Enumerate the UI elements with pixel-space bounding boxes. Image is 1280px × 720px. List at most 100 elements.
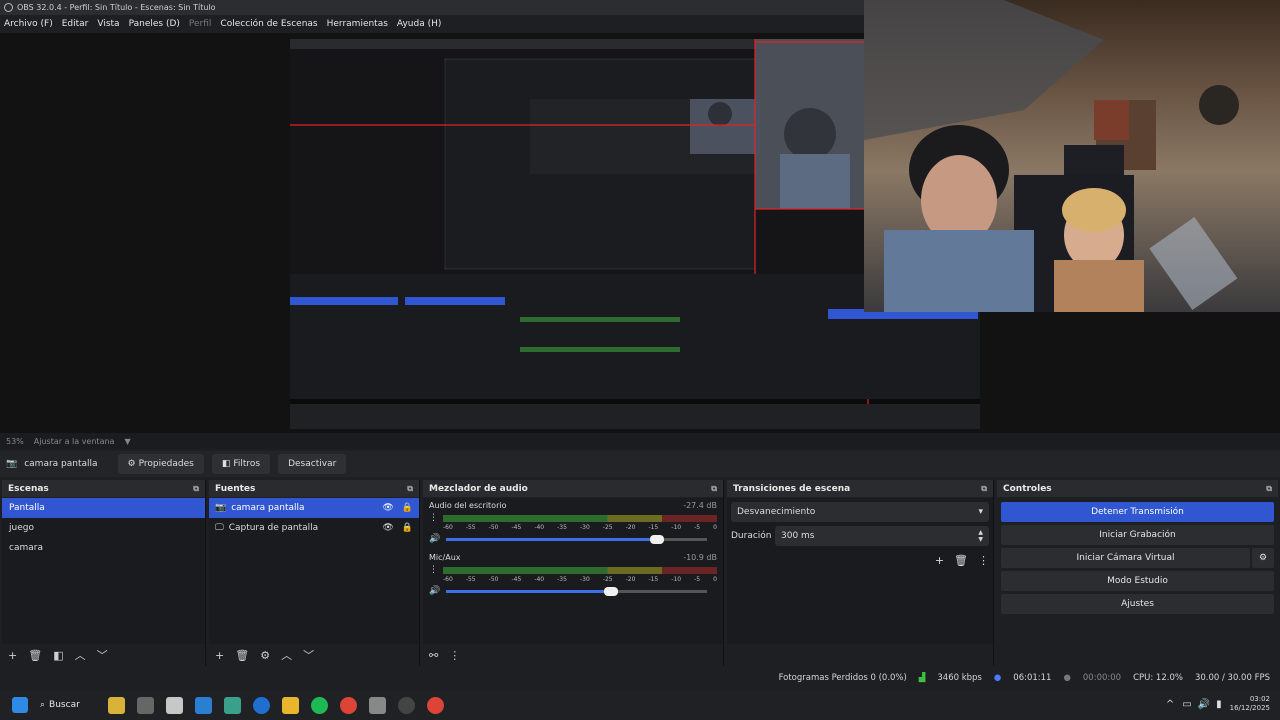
trash-icon[interactable]: 🗑 [954, 554, 968, 567]
battery-icon[interactable]: ▮ [1216, 699, 1222, 710]
fit-to-window[interactable]: Ajustar a la ventana [34, 437, 115, 446]
menu-perfil[interactable]: Perfil [189, 19, 212, 29]
zoom-level[interactable]: 53% [6, 437, 24, 446]
chevron-up-icon[interactable]: ︿ [281, 647, 292, 663]
speaker-icon[interactable]: 🔊 [429, 534, 440, 544]
undock-icon[interactable]: ⧉ [407, 484, 413, 494]
volume-slider-knob[interactable] [603, 586, 618, 596]
menu-paneles[interactable]: Paneles (D) [129, 19, 180, 29]
filter-icon[interactable]: ◧ [53, 649, 63, 662]
chevron-down-icon: ▾ [978, 507, 983, 517]
studio-mode-button[interactable]: Modo Estudio [1001, 571, 1274, 591]
start-virtual-camera-label: Iniciar Cámara Virtual [1076, 553, 1175, 563]
undock-icon[interactable]: ⧉ [711, 484, 717, 494]
eye-icon[interactable]: 👁 [382, 503, 393, 513]
app-icon[interactable] [107, 696, 125, 714]
filters-button[interactable]: ◧ Filtros [211, 454, 271, 474]
properties-button[interactable]: ⚙ Propiedades [117, 454, 204, 474]
stream-time: 06:01:11 [1013, 673, 1052, 683]
source-item[interactable]: 🖵 Captura de pantalla 👁 🔒 [209, 518, 419, 538]
add-icon[interactable]: + [215, 649, 224, 662]
volume-slider[interactable] [446, 534, 707, 544]
monitor-icon: 🖵 [215, 523, 224, 533]
chevron-up-icon[interactable]: ^ [1166, 699, 1174, 710]
kebab-menu-icon[interactable]: ⋮ [429, 513, 438, 523]
link-icon[interactable]: ⚯ [429, 649, 438, 662]
kebab-menu-icon[interactable]: ⋮ [429, 565, 438, 575]
stream-icon: ● [993, 673, 1002, 683]
undock-icon[interactable]: ⧉ [193, 484, 199, 494]
duration-spinbox[interactable]: 300 ms ▲ ▼ [775, 526, 989, 546]
camera-icon: 📷 [215, 503, 227, 513]
undock-icon[interactable]: ⧉ [981, 484, 987, 494]
menu-herramientas[interactable]: Herramientas [327, 19, 388, 29]
clock-date: 16/12/2025 [1229, 704, 1270, 712]
scene-item[interactable]: juego [2, 518, 205, 538]
transition-select[interactable]: Desvanecimiento ▾ [731, 502, 989, 522]
start-recording-button[interactable]: Iniciar Grabación [1001, 525, 1274, 545]
calculator-icon[interactable] [136, 696, 154, 714]
app-icon[interactable] [223, 696, 241, 714]
meter-ticks: -60 -55 -50 -45 -40 -35 -30 -25 -20 -15 -10 -5 0 [443, 524, 717, 531]
network-icon[interactable]: ▭ [1182, 699, 1191, 710]
volume-icon[interactable]: 🔊 [1198, 699, 1210, 710]
window-title: OBS 32.0.4 - Perfil: Sin Título - Escena… [17, 3, 216, 12]
eye-icon[interactable]: 👁 [382, 523, 393, 533]
channel-name: Mic/Aux [429, 553, 461, 562]
virtual-camera-settings-button[interactable]: ⚙ [1252, 548, 1274, 568]
start-virtual-camera-button[interactable]: Iniciar Cámara Virtual [1001, 548, 1250, 568]
meter-tick-label: -25 [602, 524, 613, 531]
chrome-icon[interactable] [339, 696, 357, 714]
edge-icon[interactable] [252, 696, 270, 714]
clock-time: 03:02 [1249, 695, 1270, 703]
trash-icon[interactable]: 🗑 [235, 649, 249, 662]
gear-icon[interactable]: ⚙ [260, 649, 270, 662]
settings-button[interactable]: Ajustes [1001, 594, 1274, 614]
trash-icon[interactable]: 🗑 [28, 649, 42, 662]
volume-slider-knob[interactable] [650, 534, 665, 544]
add-icon[interactable]: + [935, 554, 944, 567]
chevron-down-icon[interactable]: ▼ [124, 437, 130, 446]
kebab-menu-icon[interactable]: ⋮ [978, 554, 989, 567]
undock-icon[interactable]: ⧉ [1266, 484, 1272, 494]
folder-icon[interactable] [281, 696, 299, 714]
properties-label: Propiedades [138, 459, 194, 469]
scene-item-label: juego [9, 523, 34, 533]
mixer-title: Mezclador de audio [429, 483, 528, 494]
notepad-icon[interactable] [194, 696, 212, 714]
source-item[interactable]: 📷 camara pantalla 👁 🔒 [209, 498, 419, 518]
windows-start-icon[interactable] [12, 697, 28, 713]
speaker-icon[interactable]: 🔊 [429, 586, 440, 596]
settings-icon[interactable] [368, 696, 386, 714]
taskbar-search[interactable]: ⌕ Buscar [40, 700, 80, 710]
menu-ayuda[interactable]: Ayuda (H) [397, 19, 441, 29]
scene-item[interactable]: camara [2, 538, 205, 558]
menu-editar[interactable]: Editar [62, 19, 89, 29]
menu-vista[interactable]: Vista [97, 19, 119, 29]
volume-slider[interactable] [446, 586, 707, 596]
kebab-menu-icon[interactable]: ⋮ [449, 649, 460, 662]
source-item-label: camara pantalla [231, 503, 305, 513]
scene-item[interactable]: Pantalla [2, 498, 205, 518]
deactivate-button[interactable]: Desactivar [278, 454, 347, 474]
meter-tick-label: -35 [557, 524, 567, 531]
menu-archivo[interactable]: Archivo (F) [4, 19, 53, 29]
lock-icon[interactable]: 🔒 [402, 523, 413, 533]
chevron-down-icon[interactable]: ﹀ [97, 647, 108, 663]
chevron-down-icon[interactable]: ﹀ [303, 647, 314, 663]
spotify-icon[interactable] [310, 696, 328, 714]
meter-tick-label: -40 [534, 524, 545, 531]
stop-streaming-button[interactable]: Detener Transmisión [1001, 502, 1274, 522]
scenes-title: Escenas [8, 483, 49, 494]
add-icon[interactable]: + [8, 649, 17, 662]
meter-tick-label: -15 [648, 524, 659, 531]
chevron-up-icon[interactable]: ︿ [75, 647, 86, 663]
chrome-icon[interactable] [426, 696, 444, 714]
lock-icon[interactable]: 🔒 [402, 503, 413, 513]
transitions-dock: Transiciones de escena ⧉ Desvanecimiento ▾… [727, 480, 994, 666]
clock[interactable]: 03:02 16/12/2025 [1230, 695, 1270, 713]
obs-icon[interactable] [397, 696, 415, 714]
spin-arrows-icon[interactable]: ▲ ▼ [978, 529, 983, 543]
menu-coleccion[interactable]: Colección de Escenas [220, 19, 317, 29]
app-icon[interactable] [165, 696, 183, 714]
